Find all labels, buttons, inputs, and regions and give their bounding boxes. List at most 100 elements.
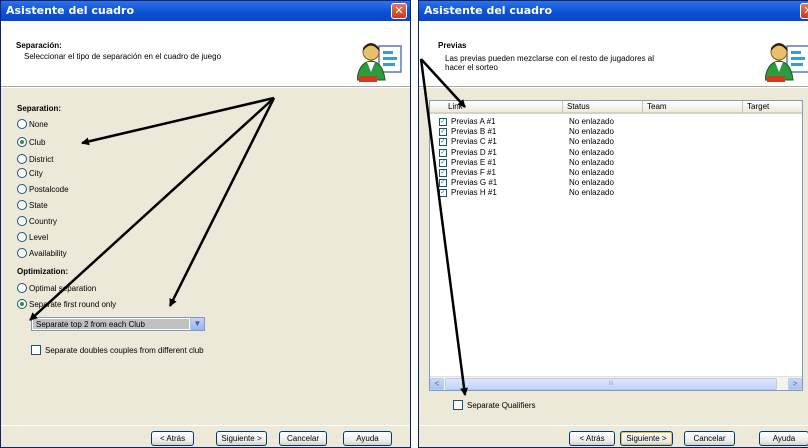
cancel-button[interactable]: Cancelar (279, 431, 327, 446)
radio-club[interactable]: Club (17, 136, 45, 148)
checkbox-label: Separate doubles couples from different … (45, 345, 204, 355)
cell-link: Previas F #1 (451, 167, 496, 177)
checkbox[interactable] (31, 345, 41, 355)
cancel-button[interactable]: Cancelar (684, 431, 735, 446)
radio-button[interactable] (17, 283, 27, 293)
separation-label: Separation: (17, 104, 62, 113)
cell-status: No enlazado (569, 157, 614, 167)
column-header-status[interactable]: Status (563, 101, 643, 113)
users-wizard-icon (357, 43, 402, 82)
next-button[interactable]: Siguiente > (216, 431, 267, 446)
cell-link: Previas A #1 (451, 117, 496, 126)
radio-button[interactable] (17, 119, 27, 129)
back-button[interactable]: < Atrás (151, 431, 194, 446)
radio-label: Availability (29, 248, 67, 258)
scroll-right-icon[interactable]: > (788, 378, 802, 390)
cell-status: No enlazado (569, 117, 614, 126)
previas-list[interactable]: Link Status Team Target ✓ Previas A #1 N… (429, 100, 803, 391)
radio-label: Separate first round only (29, 299, 117, 309)
radio-availability[interactable]: Availability (17, 247, 67, 259)
cell-status: No enlazado (569, 167, 614, 177)
qualifiers-checkbox-row[interactable]: Separate Qualifiers (453, 399, 535, 411)
header-description: Las previas pueden mezclarse con el rest… (445, 54, 654, 72)
cell-link: Previas C #1 (451, 137, 497, 147)
back-button[interactable]: < Atrás (569, 431, 615, 446)
radio-state[interactable]: State (17, 199, 48, 211)
scroll-thumb[interactable]: III (445, 378, 777, 390)
header-description: Seleccionar el tipo de separación en el … (24, 52, 222, 61)
cell-status: No enlazado (569, 178, 614, 188)
checkbox[interactable] (453, 400, 463, 410)
row-checkbox[interactable]: ✓ (439, 179, 447, 188)
radio-district[interactable]: District (17, 153, 53, 165)
radio-label: Club (29, 137, 46, 147)
list-item[interactable]: ✓ Previas F #1 No enlazado (430, 168, 802, 178)
separation-dropdown[interactable]: Separate top 2 from each Club ▼ (31, 317, 205, 331)
horizontal-scrollbar[interactable]: < III > (430, 376, 802, 390)
radio-button[interactable] (17, 154, 27, 164)
radio-city[interactable]: City (17, 167, 43, 179)
radio-button-selected[interactable] (17, 299, 27, 309)
list-item[interactable]: ✓ Previas H #1 No enlazado (430, 188, 802, 198)
radio-button[interactable] (17, 168, 27, 178)
cell-status: No enlazado (569, 188, 614, 198)
radio-separate-first-round[interactable]: Separate first round only (17, 298, 116, 310)
list-item[interactable]: ✓ Previas G #1 No enlazado (430, 178, 802, 188)
radio-button[interactable] (17, 200, 27, 210)
next-button[interactable]: Siguiente > (620, 431, 673, 446)
left-wizard-window: Asistente del cuadro ✕ Separación: Selec… (0, 0, 411, 448)
cell-link: Previas E #1 (451, 157, 497, 167)
radio-label: State (29, 200, 48, 210)
column-header-team[interactable]: Team (643, 101, 743, 113)
wizard-header: Separación: Seleccionar el tipo de separ… (1, 21, 410, 87)
cell-status: No enlazado (569, 137, 614, 147)
radio-none[interactable]: None (17, 118, 48, 130)
radio-optimal-separation[interactable]: Optimal separation (17, 282, 96, 294)
optimization-label: Optimization: (17, 267, 69, 276)
row-checkbox[interactable]: ✓ (439, 118, 447, 126)
radio-country[interactable]: Country (17, 215, 57, 227)
column-header-target[interactable]: Target (743, 101, 804, 113)
column-header-link[interactable]: Link (430, 101, 563, 113)
doubles-checkbox-row[interactable]: Separate doubles couples from different … (31, 344, 204, 356)
row-checkbox[interactable]: ✓ (439, 148, 447, 157)
radio-button[interactable] (17, 184, 27, 194)
row-checkbox[interactable]: ✓ (439, 168, 447, 177)
dropdown-value: Separate top 2 from each Club (33, 319, 189, 329)
radio-level[interactable]: Level (17, 231, 48, 243)
radio-button-selected[interactable] (17, 137, 27, 147)
row-checkbox[interactable]: ✓ (439, 128, 447, 137)
row-checkbox[interactable]: ✓ (439, 158, 447, 167)
radio-button[interactable] (17, 232, 27, 242)
checkbox-label: Separate Qualifiers (467, 400, 536, 410)
list-item[interactable]: ✓ Previas B #1 No enlazado (430, 127, 802, 137)
window-title: Asistente del cuadro (424, 4, 553, 17)
list-item[interactable]: ✓ Previas E #1 No enlazado (430, 158, 802, 168)
users-wizard-icon (765, 43, 808, 82)
help-button[interactable]: Ayuda (759, 431, 808, 446)
header-title: Previas (438, 41, 467, 50)
close-icon[interactable]: ✕ (800, 3, 808, 19)
radio-label: District (29, 154, 54, 164)
help-button[interactable]: Ayuda (343, 431, 392, 446)
radio-label: Level (29, 232, 49, 242)
row-checkbox[interactable]: ✓ (439, 138, 447, 147)
chevron-down-icon[interactable]: ▼ (190, 318, 204, 330)
radio-label: City (29, 168, 43, 178)
row-checkbox[interactable]: ✓ (439, 189, 447, 198)
list-item[interactable]: ✓ Previas D #1 No enlazado (430, 148, 802, 158)
title-bar: Asistente del cuadro ✕ (419, 1, 808, 21)
cell-status: No enlazado (569, 127, 614, 137)
radio-postalcode[interactable]: Postalcode (17, 183, 69, 195)
cell-link: Previas H #1 (451, 188, 497, 198)
list-item[interactable]: ✓ Previas A #1 No enlazado (430, 117, 802, 127)
list-header: Link Status Team Target (430, 101, 802, 114)
header-description-line: hacer el sorteo (445, 63, 498, 72)
radio-button[interactable] (17, 248, 27, 258)
list-item[interactable]: ✓ Previas C #1 No enlazado (430, 137, 802, 147)
close-icon[interactable]: ✕ (391, 3, 407, 19)
divider (1, 425, 410, 426)
header-title: Separación: (16, 41, 62, 50)
radio-button[interactable] (17, 216, 27, 226)
scroll-left-icon[interactable]: < (430, 378, 444, 390)
